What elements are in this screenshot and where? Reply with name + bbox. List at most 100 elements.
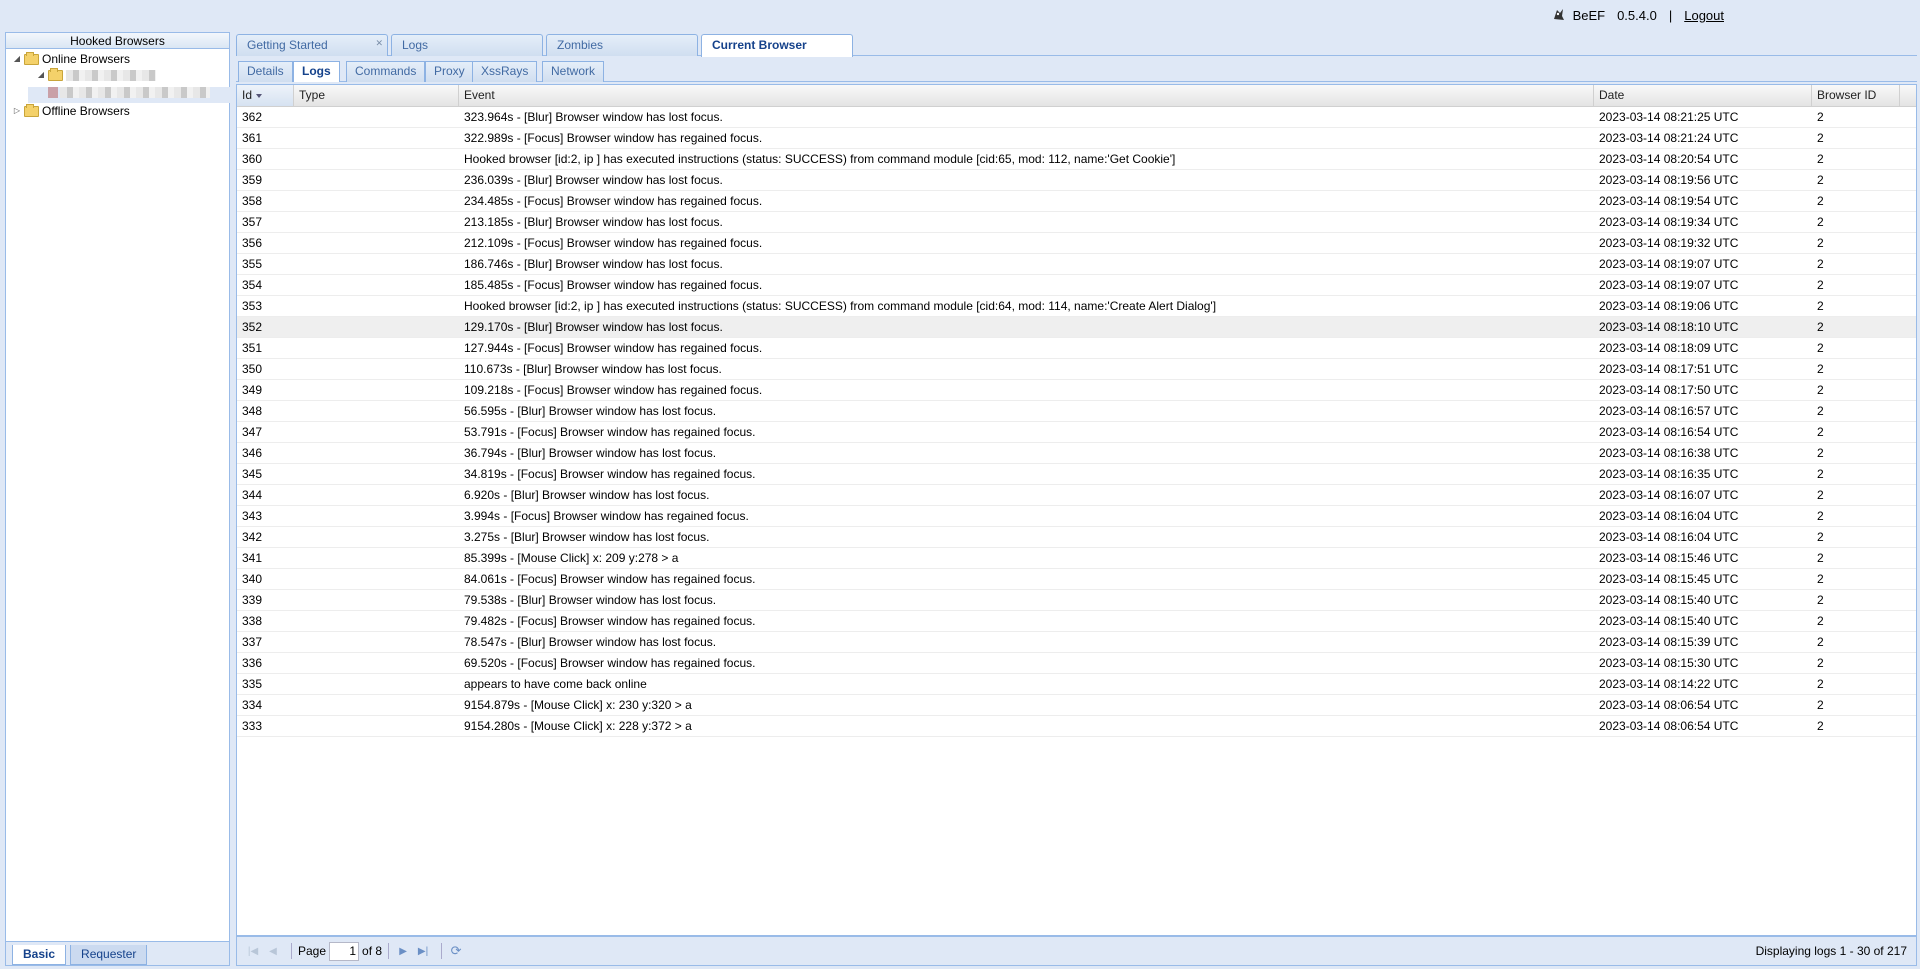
tab-getting-started[interactable]: Getting Started ✕ <box>236 34 388 56</box>
tab-basic[interactable]: Basic <box>12 945 67 965</box>
redacted-browser-entry[interactable] <box>48 87 229 98</box>
separator: | <box>1668 7 1673 23</box>
expand-arrow-icon[interactable]: ◢ <box>36 67 46 83</box>
table-row[interactable]: 335 appears to have come back online 2023… <box>237 674 1916 695</box>
cell-event: Hooked browser [id:2, ip ] has executed … <box>464 299 1217 313</box>
table-row[interactable]: 359 236.039s - [Blur] Browser window has … <box>237 170 1916 191</box>
display-info: Displaying logs 1 - 30 of 217 <box>1755 944 1907 958</box>
cell-type <box>294 317 459 337</box>
redacted-browser-label <box>60 87 210 98</box>
table-row[interactable]: 345 34.819s - [Focus] Browser window has … <box>237 464 1916 485</box>
cell-id: 341 <box>242 551 263 565</box>
table-row[interactable]: 349 109.218s - [Focus] Browser window has… <box>237 380 1916 401</box>
table-row[interactable]: 355 186.746s - [Blur] Browser window has … <box>237 254 1916 275</box>
left-panel-tabs: Basic Requester <box>6 941 229 965</box>
column-header-event[interactable]: Event <box>459 85 1594 106</box>
cell-date: 2023-03-14 08:16:04 UTC <box>1599 509 1739 523</box>
subtab-xssrays[interactable]: XssRays <box>472 61 538 82</box>
table-row[interactable]: 354 185.485s - [Focus] Browser window has… <box>237 275 1916 296</box>
expand-arrow-icon[interactable]: ◢ <box>12 51 22 67</box>
collapse-arrow-icon[interactable]: ▷ <box>12 103 22 119</box>
table-row[interactable]: 361 322.989s - [Focus] Browser window has… <box>237 128 1916 149</box>
subtab-logs[interactable]: Logs <box>293 61 340 82</box>
cell-date: 2023-03-14 08:15:40 UTC <box>1599 614 1739 628</box>
subtab-network[interactable]: Network <box>542 61 605 82</box>
cell-type <box>294 170 459 190</box>
table-row[interactable]: 351 127.944s - [Focus] Browser window has… <box>237 338 1916 359</box>
tree-node-offline[interactable]: ▷ Offline Browsers <box>12 103 229 119</box>
column-header-type[interactable]: Type <box>294 85 459 106</box>
table-row[interactable]: 357 213.185s - [Blur] Browser window has … <box>237 212 1916 233</box>
cell-id: 357 <box>242 215 263 229</box>
cell-browser-id: 2 <box>1817 383 1824 397</box>
cell-event: Hooked browser [id:2, ip ] has executed … <box>464 152 1176 166</box>
table-row[interactable]: 339 79.538s - [Blur] Browser window has l… <box>237 590 1916 611</box>
close-icon[interactable]: ✕ <box>375 33 383 53</box>
column-header-browser-id[interactable]: Browser ID <box>1812 85 1900 106</box>
column-label: Id <box>242 88 253 102</box>
table-row[interactable]: 338 79.482s - [Focus] Browser window has … <box>237 611 1916 632</box>
refresh-icon[interactable]: ⟳ <box>448 943 464 959</box>
tree-node-online[interactable]: ◢ Online Browsers <box>12 51 229 67</box>
cell-event: 185.485s - [Focus] Browser window has re… <box>464 278 763 292</box>
column-header-date[interactable]: Date <box>1594 85 1812 106</box>
table-row[interactable]: 356 212.109s - [Focus] Browser window has… <box>237 233 1916 254</box>
separator <box>291 943 292 959</box>
table-row[interactable]: 333 9154.280s - [Mouse Click] x: 228 y:37… <box>237 716 1916 737</box>
cell-type <box>294 254 459 274</box>
tab-zombies[interactable]: Zombies <box>546 34 698 56</box>
online-browsers-label: Online Browsers <box>42 52 131 66</box>
tab-label: Zombies <box>557 38 604 52</box>
table-row[interactable]: 334 9154.879s - [Mouse Click] x: 230 y:32… <box>237 695 1916 716</box>
table-row[interactable]: 341 85.399s - [Mouse Click] x: 209 y:278 … <box>237 548 1916 569</box>
subtab-details[interactable]: Details <box>238 61 293 82</box>
table-row[interactable]: 360 Hooked browser [id:2, ip ] has execut… <box>237 149 1916 170</box>
cell-type <box>294 674 459 694</box>
next-page-icon[interactable]: ▶ <box>395 943 411 959</box>
tab-current-browser[interactable]: Current Browser <box>701 34 853 57</box>
table-row[interactable]: 362 323.964s - [Blur] Browser window has … <box>237 107 1916 128</box>
page-label: Page <box>298 944 327 958</box>
cell-type <box>294 548 459 568</box>
cell-event: 78.547s - [Blur] Browser window has lost… <box>464 635 717 649</box>
cell-event: 85.399s - [Mouse Click] x: 209 y:278 > a <box>464 551 679 565</box>
table-row[interactable]: 358 234.485s - [Focus] Browser window has… <box>237 191 1916 212</box>
table-row[interactable]: 344 6.920s - [Blur] Browser window has lo… <box>237 485 1916 506</box>
cell-browser-id: 2 <box>1817 278 1824 292</box>
tab-requester[interactable]: Requester <box>70 945 148 965</box>
table-row[interactable]: 347 53.791s - [Focus] Browser window has … <box>237 422 1916 443</box>
subtab-commands[interactable]: Commands <box>346 61 426 82</box>
last-page-icon[interactable]: ▶| <box>415 943 431 959</box>
page-number-input[interactable] <box>329 941 360 961</box>
table-row[interactable]: 352 129.170s - [Blur] Browser window has … <box>237 317 1916 338</box>
logout-link[interactable]: Logout <box>1684 8 1724 23</box>
cell-browser-id: 2 <box>1817 530 1824 544</box>
table-row[interactable]: 348 56.595s - [Blur] Browser window has l… <box>237 401 1916 422</box>
table-row[interactable]: 350 110.673s - [Blur] Browser window has … <box>237 359 1916 380</box>
beef-logo-icon <box>1551 7 1567 23</box>
cell-date: 2023-03-14 08:16:35 UTC <box>1599 467 1739 481</box>
table-row[interactable]: 346 36.794s - [Blur] Browser window has l… <box>237 443 1916 464</box>
cell-type <box>294 485 459 505</box>
table-row[interactable]: 337 78.547s - [Blur] Browser window has l… <box>237 632 1916 653</box>
column-header-id[interactable]: Id <box>237 85 294 106</box>
cell-date: 2023-03-14 08:16:57 UTC <box>1599 404 1739 418</box>
cell-type <box>294 275 459 295</box>
cell-type <box>294 632 459 652</box>
first-page-icon[interactable]: |◀ <box>245 943 261 959</box>
cell-browser-id: 2 <box>1817 635 1824 649</box>
host-node[interactable]: ◢ <box>36 67 229 83</box>
subtab-proxy[interactable]: Proxy <box>425 61 474 82</box>
table-row[interactable]: 353 Hooked browser [id:2, ip ] has execut… <box>237 296 1916 317</box>
separator <box>441 943 443 959</box>
cell-event: 322.989s - [Focus] Browser window has re… <box>464 131 763 145</box>
table-row[interactable]: 336 69.520s - [Focus] Browser window has … <box>237 653 1916 674</box>
prev-page-icon[interactable]: ◀ <box>265 943 281 959</box>
table-row[interactable]: 340 84.061s - [Focus] Browser window has … <box>237 569 1916 590</box>
table-row[interactable]: 342 3.275s - [Blur] Browser window has lo… <box>237 527 1916 548</box>
cell-event: appears to have come back online <box>464 677 647 691</box>
table-row[interactable]: 343 3.994s - [Focus] Browser window has r… <box>237 506 1916 527</box>
cell-date: 2023-03-14 08:16:04 UTC <box>1599 530 1739 544</box>
tree-node-host[interactable]: ◢ <box>28 67 234 103</box>
tab-logs[interactable]: Logs <box>391 34 543 56</box>
